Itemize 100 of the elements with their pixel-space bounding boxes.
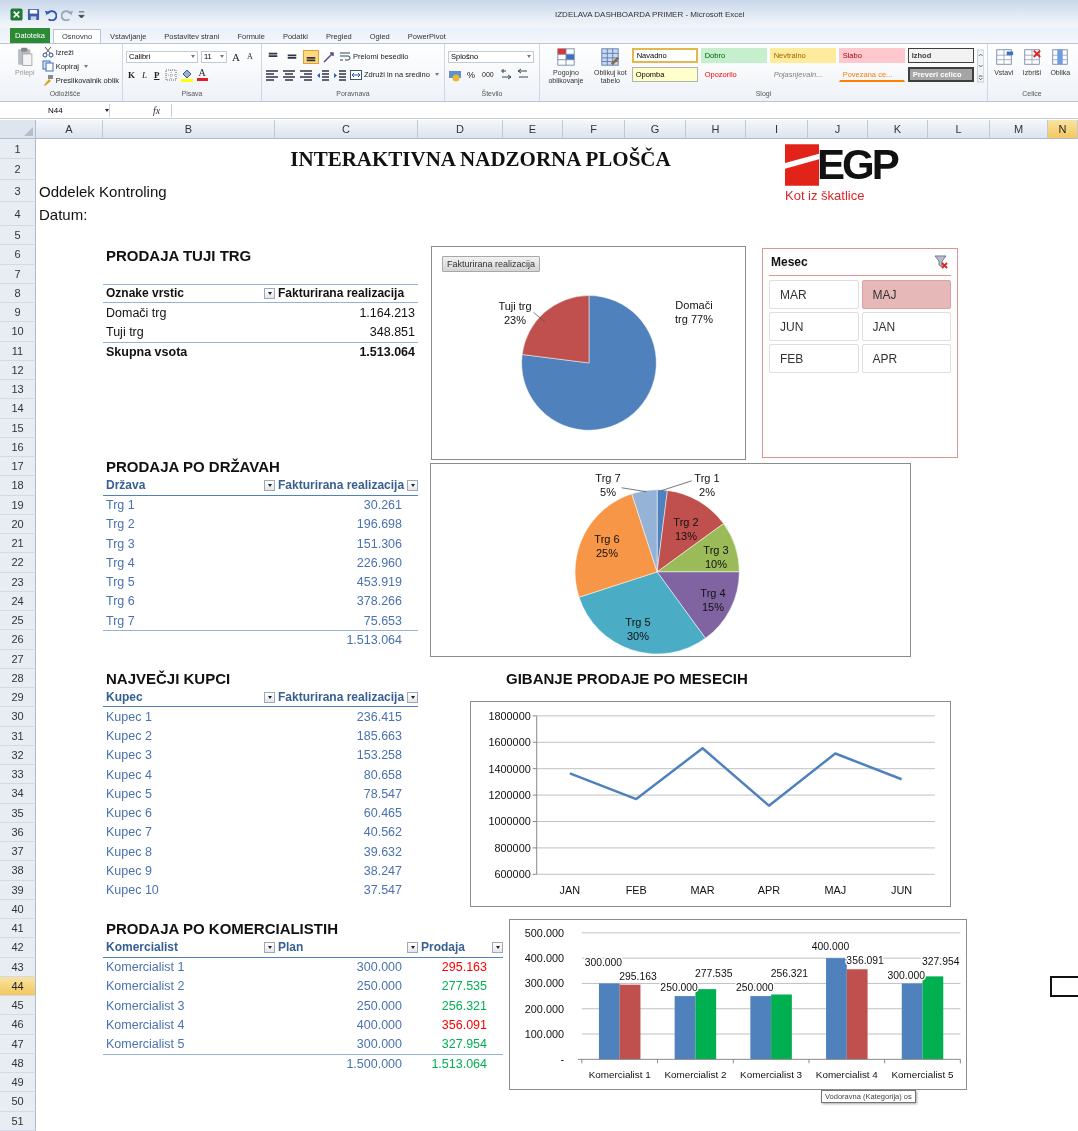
italic-button[interactable]: L <box>140 68 150 81</box>
row-header[interactable]: 29 <box>0 688 36 708</box>
row-header[interactable]: 34 <box>0 784 36 804</box>
filter-button[interactable] <box>492 941 503 953</box>
shrink-font-button[interactable]: A <box>244 50 255 63</box>
row-header[interactable]: 5 <box>0 226 36 246</box>
column-header[interactable]: B <box>103 120 275 139</box>
filter-button[interactable] <box>264 691 275 703</box>
field-button[interactable]: Fakturirana realizacija <box>442 256 541 273</box>
indent-icon[interactable] <box>333 67 347 82</box>
indent-icon[interactable] <box>316 67 330 82</box>
row-header[interactable]: 1 <box>0 139 36 159</box>
row-header[interactable]: 6 <box>0 245 36 265</box>
row-header[interactable]: 8 <box>0 283 36 303</box>
row-header[interactable]: 11 <box>0 341 36 361</box>
row-header[interactable]: 19 <box>0 495 36 515</box>
slicer-item[interactable]: APR <box>861 344 951 374</box>
row-header[interactable]: 50 <box>0 1092 36 1112</box>
insert-function-button[interactable]: fx <box>153 105 165 116</box>
row-header[interactable]: 10 <box>0 322 36 342</box>
filter-button[interactable] <box>264 479 275 491</box>
name-box[interactable]: N44 <box>10 104 110 117</box>
undo-icon[interactable] <box>44 7 57 21</box>
clear-filter-icon[interactable] <box>934 255 948 270</box>
column-header[interactable]: G <box>625 120 686 139</box>
slicer-item[interactable]: MAJ <box>861 280 951 310</box>
percent-button[interactable]: % <box>465 68 477 81</box>
row-header[interactable]: 2 <box>0 159 36 180</box>
gallery-scroll-icon[interactable] <box>976 48 984 84</box>
row-header[interactable]: 20 <box>0 514 36 534</box>
slicer-item[interactable]: JUN <box>769 312 859 342</box>
horizontal-align-icon[interactable] <box>265 67 279 82</box>
row-header[interactable]: 38 <box>0 861 36 881</box>
column-header[interactable]: H <box>686 120 746 139</box>
pie-chart[interactable]: Trg 1 2% Trg 2 13% Trg 3 10% Trg 4 15% Trg 5 30% Trg 6 25% Trg 7 5% <box>430 463 911 657</box>
row-header[interactable]: 31 <box>0 726 36 746</box>
filter-button[interactable] <box>264 287 275 299</box>
row-header[interactable]: 39 <box>0 880 36 900</box>
column-header[interactable]: M <box>990 120 1048 139</box>
row-header[interactable]: 46 <box>0 1015 36 1035</box>
text-orientation-icon[interactable] <box>322 49 336 64</box>
vertical-align-icon[interactable] <box>303 49 319 64</box>
row-header[interactable]: 18 <box>0 476 36 496</box>
row-header[interactable]: 14 <box>0 399 36 419</box>
column-header[interactable]: N <box>1048 120 1078 139</box>
row-header[interactable]: 47 <box>0 1034 36 1054</box>
row-header[interactable]: 22 <box>0 553 36 573</box>
row-header[interactable]: 21 <box>0 534 36 554</box>
row-header[interactable]: 49 <box>0 1073 36 1093</box>
bold-button[interactable]: K <box>126 68 137 81</box>
row-header[interactable]: 30 <box>0 707 36 727</box>
underline-button[interactable]: P <box>152 68 162 81</box>
row-header[interactable]: 4 <box>0 202 36 226</box>
row-header[interactable]: 17 <box>0 457 36 477</box>
row-header[interactable]: 12 <box>0 360 36 380</box>
row-header[interactable]: 27 <box>0 649 36 669</box>
row-header[interactable]: 13 <box>0 380 36 400</box>
horizontal-align-icon[interactable] <box>282 67 296 82</box>
row-header[interactable]: 43 <box>0 957 36 977</box>
column-header[interactable]: K <box>868 120 928 139</box>
column-header[interactable]: A <box>36 120 103 139</box>
row-header[interactable]: 3 <box>0 180 36 202</box>
row-header[interactable]: 48 <box>0 1053 36 1073</box>
row-header[interactable]: 33 <box>0 765 36 785</box>
row-header[interactable]: 16 <box>0 437 36 457</box>
row-header[interactable]: 40 <box>0 899 36 919</box>
row-header[interactable]: 36 <box>0 822 36 842</box>
row-header[interactable]: 15 <box>0 418 36 438</box>
font-color-button[interactable]: A <box>196 68 208 81</box>
column-header[interactable]: F <box>563 120 625 139</box>
column-header[interactable]: I <box>746 120 808 139</box>
column-header[interactable]: L <box>928 120 990 139</box>
filter-button[interactable] <box>264 941 275 953</box>
row-header[interactable]: 7 <box>0 264 36 284</box>
row-header[interactable]: 42 <box>0 938 36 958</box>
column-header[interactable]: E <box>503 120 563 139</box>
column-header[interactable]: C <box>275 120 418 139</box>
row-header[interactable]: 32 <box>0 745 36 765</box>
grow-font-button[interactable]: A <box>230 50 242 63</box>
filter-button[interactable] <box>407 691 418 703</box>
spreadsheet-app-icon[interactable] <box>10 7 23 21</box>
row-header[interactable]: 37 <box>0 842 36 862</box>
line-chart[interactable]: 600000 800000 1000000 1200000 1400000 1600000 1800000 JAN FEB MAR APR MAJ JUN <box>470 701 951 907</box>
fill-color-icon[interactable] <box>179 67 194 82</box>
save-icon[interactable] <box>27 7 40 21</box>
horizontal-align-icon[interactable] <box>299 67 313 82</box>
row-header[interactable]: 35 <box>0 803 36 823</box>
customize-menu-icon[interactable] <box>78 9 85 19</box>
row-header[interactable]: 41 <box>0 919 36 939</box>
column-header[interactable]: D <box>418 120 503 139</box>
slicer-item[interactable]: MAR <box>769 280 859 310</box>
row-header[interactable]: 9 <box>0 303 36 323</box>
row-header[interactable]: 23 <box>0 572 36 592</box>
column-header[interactable]: J <box>808 120 868 139</box>
increase-decimal-icon[interactable] <box>498 67 513 82</box>
slicer-item[interactable]: JAN <box>861 312 951 342</box>
row-header[interactable]: 51 <box>0 1111 36 1131</box>
row-header[interactable]: 45 <box>0 996 36 1016</box>
row-header[interactable]: 44 <box>0 976 36 996</box>
filter-button[interactable] <box>407 479 418 491</box>
